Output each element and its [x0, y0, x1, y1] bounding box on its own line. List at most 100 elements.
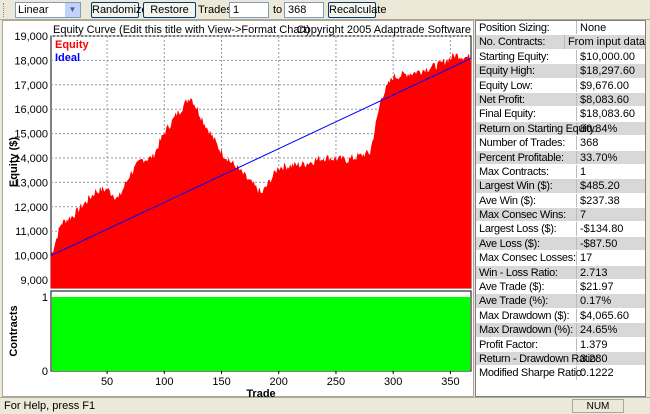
contracts-axis-label: Contracts — [8, 305, 20, 356]
num-lock-indicator: NUM — [572, 399, 624, 413]
stat-value: $10,000.00 — [580, 50, 636, 63]
stats-row: Max Drawdown ($): $4,065.60 — [476, 308, 645, 324]
stats-row: Equity Low: $9,676.00 — [476, 78, 645, 93]
stat-label: Max Contracts: — [476, 164, 577, 179]
stat-label: Net Profit: — [476, 92, 577, 107]
stat-value: 368 — [580, 137, 599, 150]
stat-label: Max Drawdown ($): — [476, 308, 577, 323]
stat-value: $18,083.60 — [580, 108, 636, 121]
stat-value: $8,083.60 — [580, 93, 629, 106]
stats-row: Return - Drawdown Ratio: 3.280 — [476, 351, 645, 367]
stat-value: 1 — [580, 165, 587, 178]
stats-row: Max Consec Losses: 17 — [476, 251, 645, 266]
stat-value: 3.280 — [580, 352, 608, 365]
stat-label: Ave Trade ($): — [476, 280, 577, 294]
status-help-text: For Help, press F1 — [4, 400, 96, 412]
stats-row: Ave Trade (%): 0.17% — [476, 294, 645, 309]
stat-value: 0.17% — [580, 295, 612, 308]
stat-label: Largest Loss ($): — [476, 222, 577, 236]
stat-label: Profit Factor: — [476, 337, 577, 351]
stat-value: $4,065.60 — [580, 309, 629, 322]
to-label: to — [273, 4, 283, 16]
x-tick-label: 100 — [155, 376, 173, 388]
stat-value: -$87.50 — [580, 237, 618, 250]
stat-label: Win - Loss Ratio: — [476, 265, 577, 280]
stats-row: Ave Win ($): $237.38 — [476, 193, 645, 209]
stat-value: 33.70% — [580, 151, 618, 164]
splitter[interactable] — [646, 20, 650, 397]
trades-from-input[interactable]: 1 — [229, 2, 269, 18]
stats-table: Position Sizing: None No. Contracts: From i… — [475, 20, 646, 397]
x-tick-label: 200 — [270, 376, 288, 388]
stat-value: -$134.80 — [580, 223, 624, 236]
chevron-down-icon[interactable]: ▼ — [65, 3, 80, 17]
contracts-y-tick-label: 0 — [42, 366, 48, 378]
stats-row: Max Consec Wins: 7 — [476, 208, 645, 223]
stats-row: Win - Loss Ratio: 2.713 — [476, 265, 645, 281]
stat-label: Position Sizing: — [476, 21, 577, 35]
stats-row: Net Profit: $8,083.60 — [476, 92, 645, 108]
y-tick-label: 16,000 — [14, 104, 48, 116]
toolbar-grip[interactable] — [3, 3, 6, 17]
equity-axis-label: Equity ($) — [8, 137, 20, 187]
stats-row: Final Equity: $18,083.60 — [476, 107, 645, 122]
recalculate-button[interactable]: Recalculate — [328, 2, 386, 18]
stat-value: From input data — [567, 36, 645, 49]
stat-label: No. Contracts: — [476, 35, 565, 49]
toolbar: Linear ▼ Randomize Restore Trades: 1 to 3… — [0, 0, 650, 20]
stat-label: Percent Profitable: — [476, 150, 577, 164]
y-tick-label: 11,000 — [15, 226, 48, 238]
stat-value: $18,297.60 — [580, 65, 636, 78]
stats-row: Return on Starting Equity: 80.84% — [476, 121, 645, 137]
stat-value: 80.84% — [580, 122, 618, 135]
stat-value: 0.1222 — [580, 367, 614, 380]
stat-value: 1.379 — [580, 338, 608, 351]
x-tick-label: 300 — [384, 376, 402, 388]
stat-label: Number of Trades: — [476, 136, 577, 150]
stats-row: Ave Loss ($): -$87.50 — [476, 236, 645, 252]
legend-equity: Equity — [55, 39, 89, 51]
chart-copyright: Copyright 2005 Adaptrade Software — [297, 24, 471, 36]
y-tick-label: 12,000 — [14, 202, 48, 214]
stats-row: Ave Trade ($): $21.97 — [476, 280, 645, 295]
x-tick-label: 150 — [212, 376, 230, 388]
randomize-button[interactable]: Randomize — [91, 2, 148, 18]
contracts-y-tick-label: 1 — [42, 292, 48, 304]
stats-row: Position Sizing: None — [476, 21, 645, 36]
stat-label: Max Consec Losses: — [476, 251, 577, 265]
stat-label: Starting Equity: — [476, 49, 577, 64]
stat-label: Final Equity: — [476, 107, 577, 121]
stat-label: Equity High: — [476, 64, 577, 78]
stat-label: Max Consec Wins: — [476, 208, 577, 222]
y-tick-label: 9,000 — [20, 275, 48, 287]
stats-row: Modified Sharpe Ratio: 0.1222 — [476, 366, 645, 381]
stat-value: $237.38 — [580, 194, 620, 207]
stat-value: 7 — [580, 209, 587, 222]
stat-label: Return - Drawdown Ratio: — [476, 351, 599, 366]
stat-value: $485.20 — [580, 180, 620, 193]
y-tick-label: 19,000 — [14, 31, 48, 43]
x-tick-label: 50 — [101, 376, 113, 388]
legend-ideal: Ideal — [55, 52, 80, 64]
stat-value: 24.65% — [580, 324, 618, 337]
x-tick-label: 350 — [441, 376, 459, 388]
stat-label: Modified Sharpe Ratio: — [476, 366, 585, 380]
restore-button[interactable]: Restore — [143, 2, 196, 18]
stat-value: $9,676.00 — [580, 79, 629, 92]
stats-row: Max Drawdown (%): 24.65% — [476, 323, 645, 338]
status-bar: For Help, press F1 NUM — [0, 397, 650, 414]
y-tick-label: 18,000 — [14, 55, 48, 67]
stat-value: 2.713 — [580, 266, 608, 279]
stats-row: Largest Loss ($): -$134.80 — [476, 222, 645, 237]
stats-row: Equity High: $18,297.60 — [476, 64, 645, 79]
stats-row: No. Contracts: From input data — [476, 35, 645, 50]
stats-row: Starting Equity: $10,000.00 — [476, 49, 645, 65]
stats-row: Percent Profitable: 33.70% — [476, 150, 645, 165]
stat-label: Ave Trade (%): — [476, 294, 577, 308]
stat-label: Max Drawdown (%): — [476, 323, 577, 337]
scale-select[interactable]: Linear ▼ — [15, 2, 81, 18]
chart-title: Equity Curve (Edit this title with View-… — [53, 24, 310, 36]
trades-to-input[interactable]: 368 — [284, 2, 324, 18]
x-tick-label: 250 — [327, 376, 345, 388]
stats-row: Largest Win ($): $485.20 — [476, 179, 645, 194]
